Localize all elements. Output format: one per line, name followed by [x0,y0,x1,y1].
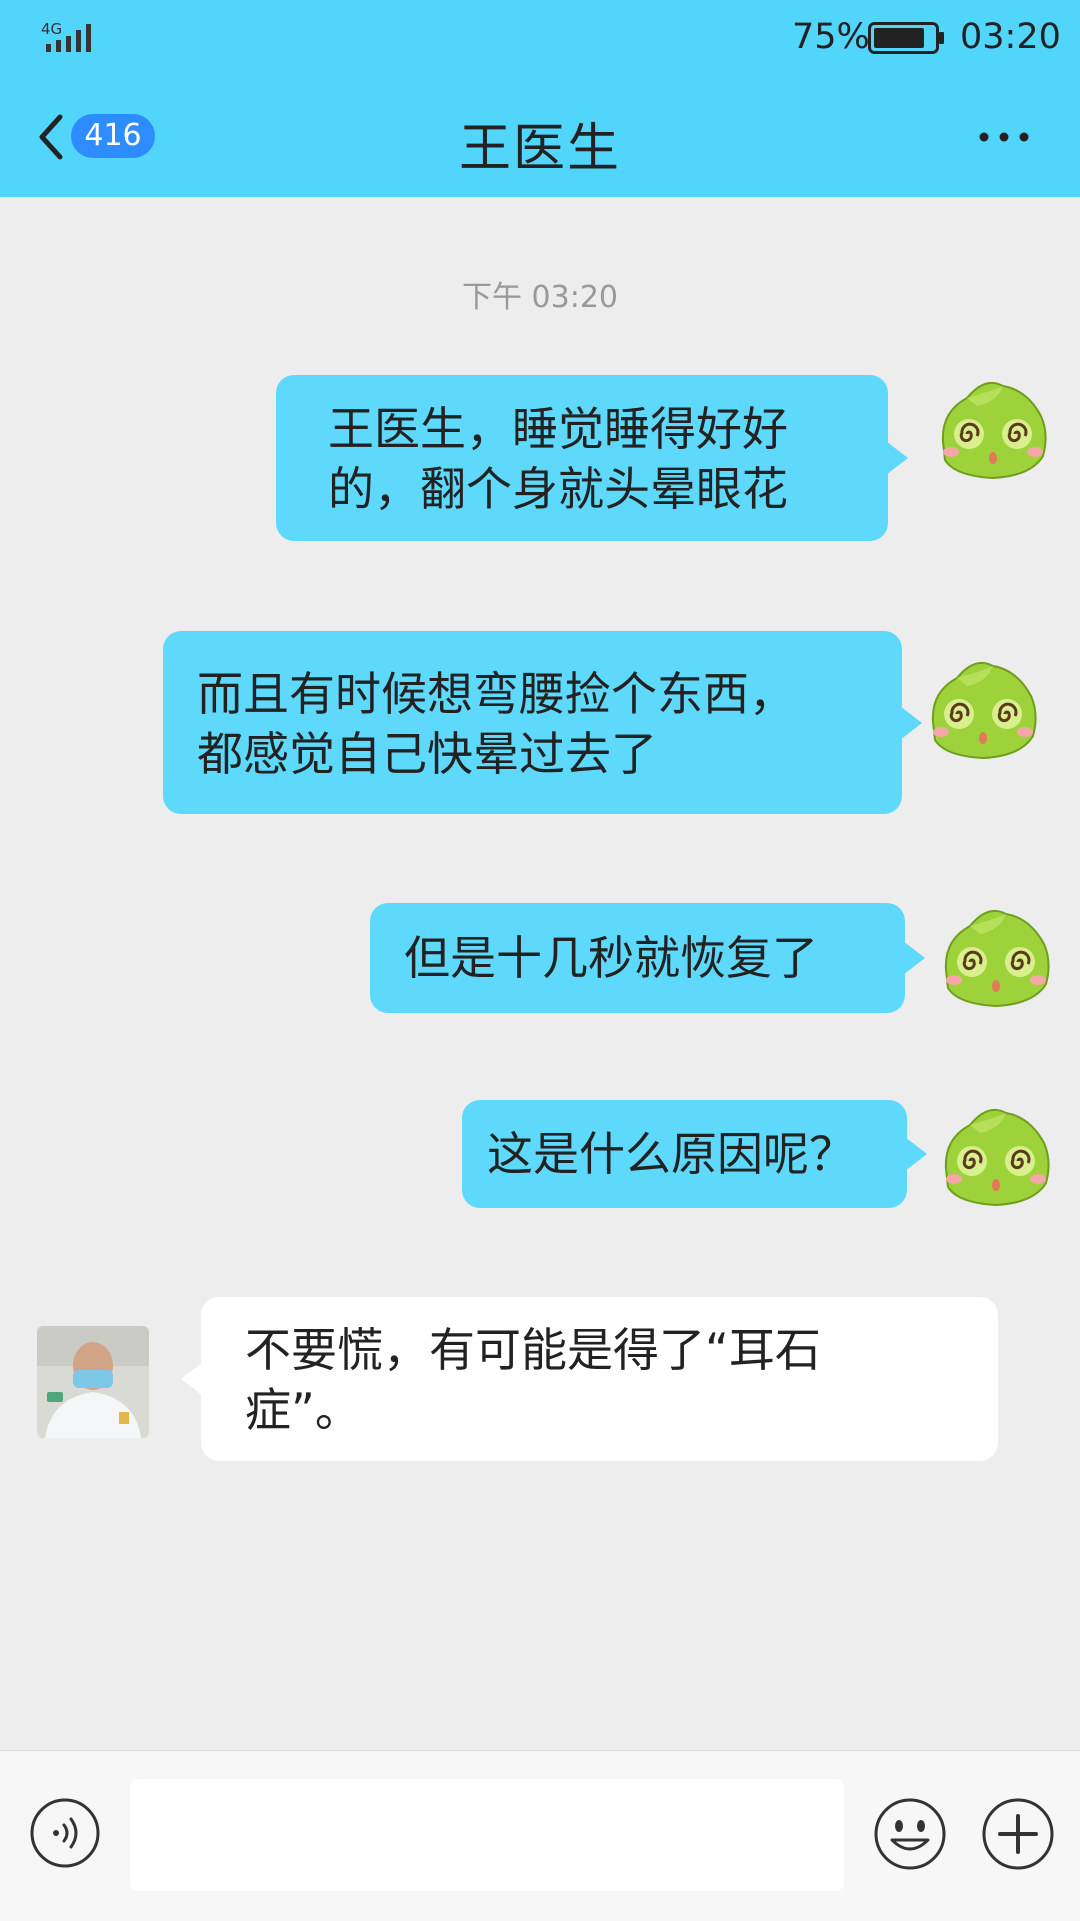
message-line: 症”。 [245,1383,361,1437]
message-line: 但是十几秒就恢复了 [404,931,818,985]
voice-icon[interactable] [28,1796,102,1870]
input-bar [0,1750,1080,1921]
battery-percent: 75% [792,17,870,57]
unread-badge[interactable]: 416 [71,114,155,158]
outgoing-message[interactable]: 王医生，睡觉睡得好好 的，翻个身就头晕眼花 [276,375,908,541]
user-avatar-icon[interactable] [937,372,1049,484]
plus-icon[interactable] [980,1796,1056,1872]
incoming-message[interactable]: 不要慌，有可能是得了“耳石 症”。 [181,1297,998,1461]
outgoing-message[interactable]: 而且有时候想弯腰捡个东西， 都感觉自己快晕过去了 [163,631,922,814]
battery-icon [868,22,944,54]
user-avatar-icon[interactable] [927,652,1039,764]
status-bar: 4G 75% 03:20 [0,0,1080,78]
message-line: 而且有时候想弯腰捡个东西， [197,667,795,721]
message-line: 王医生，睡觉睡得好好 [328,402,788,456]
chevron-left-icon[interactable] [36,112,66,162]
more-dots-icon[interactable] [978,130,1030,144]
message-timestamp: 下午 03:20 [462,280,618,315]
message-input[interactable] [130,1779,844,1891]
user-avatar-icon[interactable] [940,1099,1052,1211]
message-line: 的，翻个身就头晕眼花 [328,462,788,516]
page-title: 王医生 [458,119,621,179]
message-line: 这是什么原因呢？ [487,1127,855,1181]
status-time: 03:20 [960,17,1061,57]
message-line: 都感觉自己快晕过去了 [197,727,657,781]
emoji-icon[interactable] [872,1796,948,1872]
message-line: 不要慌，有可能是得了“耳石 [245,1323,821,1377]
doctor-avatar[interactable] [37,1326,149,1438]
user-avatar-icon[interactable] [940,900,1052,1012]
header: 4G 75% 03:20 416 王医生 [0,0,1080,197]
outgoing-message[interactable]: 但是十几秒就恢复了 [370,903,925,1013]
doctor-photo [37,1326,149,1438]
signal-icon [46,24,91,52]
outgoing-message[interactable]: 这是什么原因呢？ [462,1100,927,1208]
nav-bar: 416 王医生 [0,82,1080,194]
